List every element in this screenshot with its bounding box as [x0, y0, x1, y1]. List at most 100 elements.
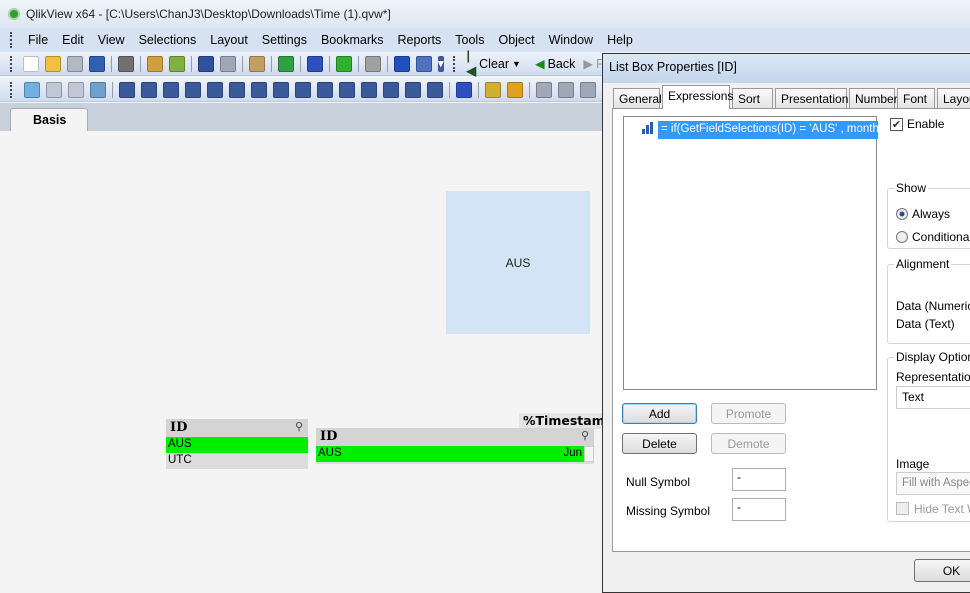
menu-selections[interactable]: Selections	[132, 33, 204, 47]
new-sheet-icon[interactable]	[24, 81, 40, 98]
properties-icon[interactable]	[365, 55, 381, 72]
reload-data-icon[interactable]	[169, 55, 185, 72]
listbox-id[interactable]: ID ⚲ AUS UTC	[166, 419, 308, 469]
sheet-tab-basis[interactable]: Basis	[10, 108, 88, 131]
input-box-icon[interactable]	[229, 81, 245, 98]
tab-expressions[interactable]: Expressions	[662, 85, 733, 109]
title-bar: QlikView x64 - [C:\Users\ChanJ3\Desktop\…	[0, 0, 970, 28]
enable-checkbox[interactable]: ✔ Enable	[890, 117, 944, 131]
sheet-left-icon[interactable]	[46, 81, 62, 98]
sheet-properties-icon[interactable]	[90, 81, 106, 98]
timestamp-caption[interactable]: %Timestamp	[519, 413, 602, 429]
checkbox-icon[interactable]	[896, 502, 909, 515]
menu-window[interactable]: Window	[542, 33, 600, 47]
multibox-icon[interactable]	[185, 81, 201, 98]
chart-wizard2-icon[interactable]	[456, 81, 472, 98]
save-icon[interactable]	[89, 55, 105, 72]
menu-layout[interactable]: Layout	[203, 33, 255, 47]
search-icon[interactable]: ⚲	[581, 429, 589, 442]
menu-object[interactable]: Object	[491, 33, 541, 47]
null-symbol-input[interactable]: -	[732, 468, 786, 491]
hide-text-checkbox[interactable]: Hide Text W	[896, 502, 970, 516]
ok-button[interactable]: OK	[914, 559, 970, 582]
open-icon[interactable]	[45, 55, 61, 72]
tab-sort[interactable]: Sort	[732, 88, 773, 108]
layout-icon[interactable]	[507, 81, 523, 98]
line-arrow-icon[interactable]	[317, 81, 333, 98]
listbox-icon[interactable]	[119, 81, 135, 98]
chart-icon[interactable]	[207, 81, 223, 98]
radio-always[interactable]: Always	[896, 202, 970, 225]
radio-conditional[interactable]: Conditional	[896, 225, 970, 248]
menu-view[interactable]: View	[91, 33, 132, 47]
radio-button-icon[interactable]	[896, 230, 908, 243]
undo-icon[interactable]	[198, 55, 214, 72]
listbox-row[interactable]: AUS Jun	[316, 446, 584, 462]
chevron-down-icon[interactable]: ▼	[512, 59, 521, 69]
toolbar-overflow-icon[interactable]: ▾	[438, 55, 444, 72]
container-icon[interactable]	[405, 81, 421, 98]
reload-icon[interactable]	[67, 55, 83, 72]
grip-handle[interactable]	[10, 32, 13, 48]
custom-object-icon[interactable]	[427, 81, 443, 98]
menu-settings[interactable]: Settings	[255, 33, 314, 47]
current-selections-icon[interactable]	[251, 81, 267, 98]
help-icon[interactable]	[394, 55, 410, 72]
grip-handle[interactable]	[452, 55, 455, 72]
text-object-icon[interactable]	[295, 81, 311, 98]
missing-symbol-input[interactable]: -	[732, 498, 786, 521]
menu-help[interactable]: Help	[600, 33, 640, 47]
bookmark-star-icon[interactable]	[336, 55, 352, 72]
statistics-box-icon[interactable]	[141, 81, 157, 98]
align-left-icon[interactable]	[536, 81, 552, 98]
format-painter-icon[interactable]	[485, 81, 501, 98]
tab-presentation[interactable]: Presentation	[775, 88, 848, 108]
tab-font[interactable]: Font	[897, 88, 935, 108]
align-center-icon[interactable]	[558, 81, 574, 98]
sheet-right-icon[interactable]	[68, 81, 84, 98]
redo-icon[interactable]	[220, 55, 236, 72]
slider-icon[interactable]	[339, 81, 355, 98]
context-help-icon[interactable]	[416, 55, 432, 72]
radio-button-icon[interactable]	[896, 207, 908, 220]
representation-dropdown[interactable]: Text	[896, 386, 970, 409]
add-button[interactable]: Add	[622, 403, 697, 424]
edit-script-icon[interactable]	[147, 55, 163, 72]
tab-general[interactable]: General	[613, 88, 662, 108]
search-icon[interactable]: ⚲	[295, 420, 303, 433]
checkbox-icon[interactable]	[278, 55, 294, 72]
promote-button[interactable]: Promote	[711, 403, 786, 424]
menu-tools[interactable]: Tools	[448, 33, 491, 47]
new-icon[interactable]	[23, 55, 39, 72]
back-button[interactable]: ◀ Back	[531, 56, 579, 72]
search-icon[interactable]	[249, 55, 265, 72]
delete-button[interactable]: Delete	[622, 433, 697, 454]
menu-file[interactable]: File	[21, 33, 55, 47]
listbox-row[interactable]: AUS	[166, 437, 308, 453]
text-object[interactable]: AUS	[446, 191, 590, 334]
chart-wizard-icon[interactable]	[307, 55, 323, 72]
clear-button[interactable]: |◀ Clear ▼	[463, 49, 525, 78]
menu-bookmarks[interactable]: Bookmarks	[314, 33, 391, 47]
table-box-icon[interactable]	[163, 81, 179, 98]
checkmark-icon[interactable]: ✔	[890, 117, 903, 131]
row-value: UTC	[168, 454, 192, 466]
expression-list[interactable]: = if(GetFieldSelections(ID) = 'AUS' , mo…	[623, 116, 878, 390]
demote-button[interactable]: Demote	[711, 433, 786, 454]
listbox-row[interactable]: UTC	[166, 453, 308, 469]
tab-layout[interactable]: Layout	[937, 88, 970, 108]
tab-number[interactable]: Number	[849, 88, 898, 108]
grip-handle[interactable]	[10, 55, 12, 72]
search-object-icon[interactable]	[383, 81, 399, 98]
grip-handle[interactable]	[10, 81, 13, 98]
align-right-icon[interactable]	[580, 81, 596, 98]
listbox-id-expression[interactable]: ID ⚲ AUS Jun	[316, 428, 594, 464]
print-icon[interactable]	[118, 55, 134, 72]
expression-item[interactable]: = if(GetFieldSelections(ID) = 'AUS' , mo…	[658, 121, 878, 139]
bookmark-object-icon[interactable]	[361, 81, 377, 98]
menu-edit[interactable]: Edit	[55, 33, 91, 47]
menu-reports[interactable]: Reports	[391, 33, 449, 47]
button-object-icon[interactable]	[273, 81, 289, 98]
scrollbar[interactable]	[584, 446, 594, 462]
image-formatting-dropdown[interactable]: Fill with Aspect	[896, 472, 970, 495]
